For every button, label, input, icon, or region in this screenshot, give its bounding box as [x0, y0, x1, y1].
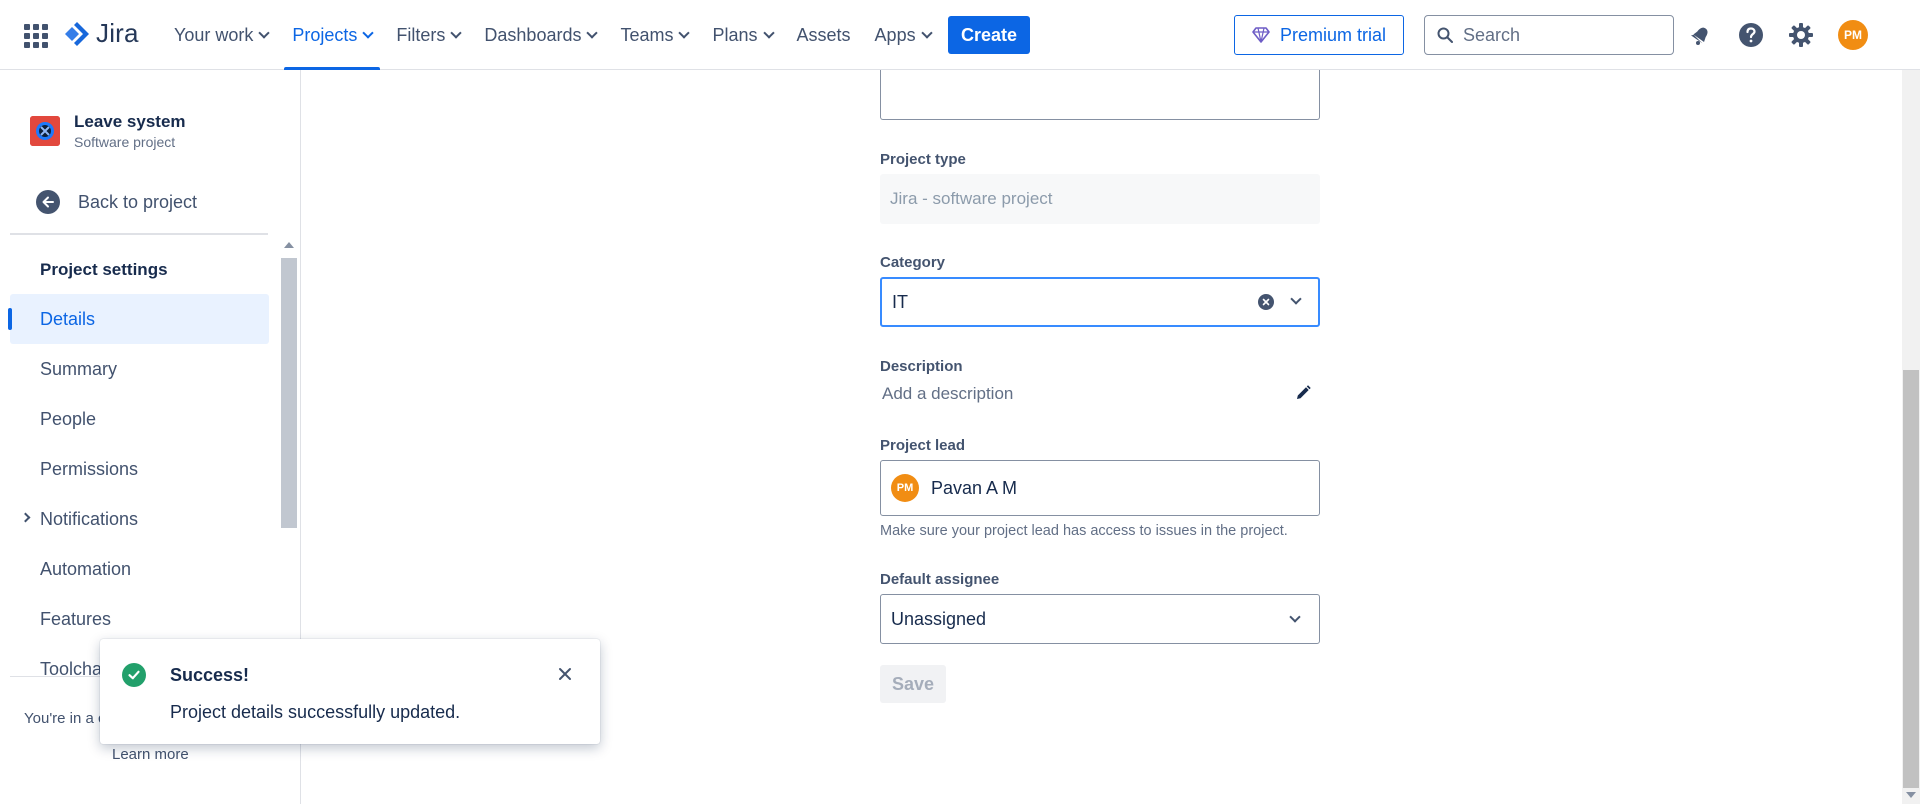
project-type-field-label: Project type — [880, 151, 966, 168]
nav-item-label: Projects — [292, 24, 358, 45]
sidebar-item-summary[interactable]: Summary — [10, 344, 269, 394]
app-switcher-icon[interactable] — [24, 24, 48, 48]
project-settings-heading: Project settings — [40, 260, 168, 279]
main-scrollbar[interactable] — [1902, 70, 1920, 804]
success-toast: Success! Project details successfully up… — [100, 639, 600, 744]
sidebar-item-label: Automation — [40, 558, 132, 579]
project-name: Leave system — [74, 112, 186, 131]
chevron-down-icon — [678, 26, 691, 39]
default-assignee-select[interactable]: Unassigned — [880, 594, 1320, 644]
nav-apps[interactable]: Apps — [863, 0, 943, 70]
search-icon — [1437, 27, 1453, 43]
sidebar-item-details[interactable]: Details — [8, 294, 269, 344]
primary-nav: Your work Projects Filters Dashboards Teams P… — [162, 0, 943, 70]
notifications-bell-icon[interactable] — [1686, 20, 1716, 50]
default-assignee-value: Unassigned — [891, 608, 987, 629]
sidebar-item-automation[interactable]: Automation — [10, 544, 269, 594]
nav-item-label: Dashboards — [484, 24, 582, 45]
nav-projects[interactable]: Projects — [280, 0, 384, 70]
sidebar-item-people[interactable]: People — [10, 394, 269, 444]
jira-brand-text: Jira — [96, 18, 139, 48]
project-lead-help-text: Make sure your project lead has access t… — [880, 523, 1288, 539]
chevron-right-icon[interactable] — [20, 512, 31, 523]
gem-icon — [1252, 27, 1270, 43]
nav-item-label: Filters — [396, 24, 446, 45]
chevron-down-icon — [762, 26, 775, 39]
search-input[interactable] — [1463, 24, 1653, 46]
nav-teams[interactable]: Teams — [608, 0, 700, 70]
nav-your-work[interactable]: Your work — [162, 0, 280, 70]
edit-pencil-icon[interactable] — [1294, 384, 1312, 402]
chevron-down-icon[interactable] — [1289, 611, 1301, 623]
category-value: IT — [892, 291, 908, 312]
chevron-down-icon — [920, 26, 933, 39]
chevron-down-icon — [362, 26, 375, 39]
toast-title: Success! — [170, 665, 250, 685]
scroll-down-icon[interactable] — [1906, 792, 1916, 798]
main-scroll-thumb[interactable] — [1903, 370, 1919, 788]
clear-selection-icon[interactable] — [1258, 294, 1274, 310]
project-avatar-icon — [30, 116, 60, 146]
project-lead-field-label: Project lead — [880, 437, 966, 454]
project-key-input[interactable] — [880, 70, 1320, 120]
close-icon[interactable] — [554, 663, 576, 685]
chevron-down-icon[interactable] — [1290, 293, 1302, 305]
default-assignee-field-label: Default assignee — [880, 571, 1000, 588]
user-avatar[interactable]: PM — [1838, 20, 1868, 50]
search-field[interactable] — [1424, 15, 1674, 55]
success-check-icon — [122, 663, 146, 687]
nav-item-label: Your work — [174, 24, 254, 45]
sidebar-item-permissions[interactable]: Permissions — [10, 444, 269, 494]
back-to-project-label: Back to project — [78, 191, 198, 212]
learn-more-link[interactable]: Learn more — [112, 746, 189, 763]
nav-item-label: Teams — [620, 24, 674, 45]
category-field-label: Category — [880, 254, 946, 271]
chevron-down-icon — [258, 26, 271, 39]
project-type-field: Jira - software project — [880, 174, 1320, 224]
jira-logo-icon — [65, 21, 89, 46]
sidebar-item-label: Details — [40, 308, 96, 329]
nav-assets[interactable]: Assets — [785, 0, 863, 70]
premium-trial-button[interactable]: Premium trial — [1234, 15, 1404, 55]
nav-dashboards[interactable]: Dashboards — [472, 0, 608, 70]
premium-trial-label: Premium trial — [1279, 24, 1386, 45]
settings-gear-icon[interactable] — [1786, 20, 1816, 50]
sidebar-item-features[interactable]: Features — [10, 594, 269, 644]
nav-item-label: Apps — [874, 24, 916, 45]
project-lead-picker[interactable]: PM Pavan A M — [880, 460, 1320, 516]
chevron-down-icon — [450, 26, 463, 39]
settings-nav-list: Details Summary People Permissions Notificat… — [8, 294, 269, 694]
description-placeholder[interactable]: Add a description — [882, 384, 1013, 404]
scroll-up-icon[interactable] — [284, 242, 294, 248]
category-select[interactable]: IT — [880, 277, 1320, 327]
sidebar-item-label: Permissions — [40, 458, 139, 479]
project-type-label: Software project — [74, 134, 176, 150]
sidebar-item-label: Notifications — [40, 508, 139, 529]
sidebar-item-notifications[interactable]: Notifications — [10, 494, 269, 544]
save-button[interactable]: Save — [880, 665, 946, 703]
sidebar-scroll-thumb[interactable] — [281, 258, 297, 528]
chevron-down-icon — [586, 26, 599, 39]
nav-item-label: Assets — [796, 24, 851, 45]
help-icon[interactable] — [1736, 20, 1766, 50]
toast-message: Project details successfully updated. — [170, 702, 461, 722]
project-lead-name: Pavan A M — [931, 477, 1018, 498]
sidebar-item-label: Features — [40, 608, 112, 629]
sidebar-item-label: People — [40, 408, 97, 429]
project-notice-text: You're in a c — [24, 710, 106, 727]
nav-filters[interactable]: Filters — [384, 0, 472, 70]
top-navigation: Jira Your work Projects Filters Dashboards T… — [0, 0, 1920, 70]
nav-item-label: Plans — [712, 24, 758, 45]
sidebar-item-label: Summary — [40, 358, 118, 379]
project-header[interactable]: Leave system Software project — [30, 112, 186, 150]
description-field-label: Description — [880, 358, 963, 375]
project-lead-avatar: PM — [891, 474, 919, 502]
arrow-left-icon — [36, 190, 60, 214]
sidebar-divider — [10, 233, 268, 235]
back-to-project-link[interactable]: Back to project — [36, 190, 197, 214]
create-button[interactable]: Create — [948, 16, 1030, 54]
jira-logo[interactable]: Jira — [62, 18, 139, 49]
nav-plans[interactable]: Plans — [700, 0, 784, 70]
